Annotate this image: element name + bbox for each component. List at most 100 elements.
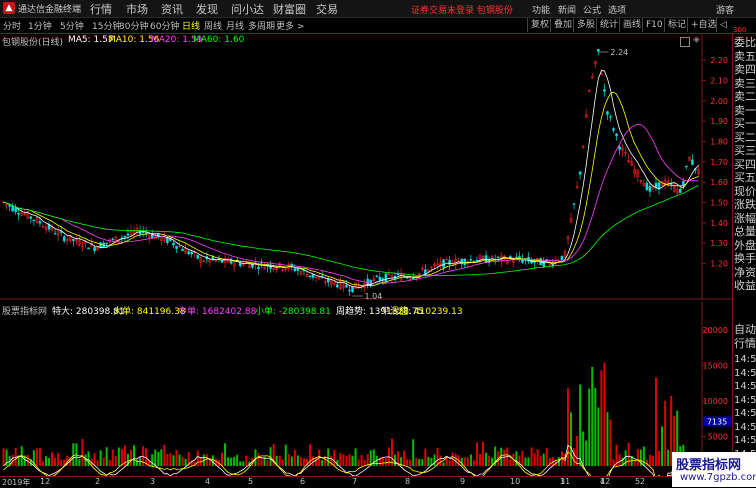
period-weekly[interactable]: 周线 xyxy=(204,19,222,32)
flow-bar xyxy=(105,447,108,466)
candle-body xyxy=(378,277,382,281)
menu-formula[interactable]: 公式 xyxy=(583,3,601,16)
expand-icon[interactable] xyxy=(680,37,690,47)
period-5min[interactable]: 5分钟 xyxy=(60,19,84,32)
menu-quotes[interactable]: 行情 xyxy=(90,1,112,17)
period-daily[interactable]: 日线 xyxy=(182,19,200,32)
stats-button[interactable]: 统计 xyxy=(596,18,621,32)
flow-bar xyxy=(579,384,582,466)
tick-time: 14:56 xyxy=(734,394,756,406)
adjust-button[interactable]: 复权 xyxy=(527,18,552,32)
x-axis-label: 4 xyxy=(205,477,211,486)
flow-bar xyxy=(333,449,336,466)
x-axis-label: 9 xyxy=(460,477,466,486)
menu-function[interactable]: 功能 xyxy=(532,3,550,16)
period-60min[interactable]: 60分钟 xyxy=(150,19,179,32)
flow-bar xyxy=(418,459,421,466)
candle-body xyxy=(11,205,14,212)
tick-panel-title[interactable]: 行情 xyxy=(734,337,756,350)
flow-bar xyxy=(99,450,102,466)
flow-bar xyxy=(348,454,351,466)
tick-panel-title[interactable]: 自动 xyxy=(734,323,756,336)
chart-menu-icon[interactable]: ◈ xyxy=(693,35,700,45)
draw-button[interactable]: 画线 xyxy=(619,18,644,32)
flow-bar xyxy=(475,442,478,466)
candle-body xyxy=(348,289,351,292)
y-tick-label: 1.70 xyxy=(710,158,728,167)
candle-body xyxy=(442,259,445,268)
watermark-url: www.7gpzb.com xyxy=(680,472,756,483)
flow-bar xyxy=(111,449,114,466)
menu-trade[interactable]: 交易 xyxy=(316,1,338,17)
multi-stock-button[interactable]: 多股 xyxy=(573,18,598,32)
candle-body xyxy=(196,254,199,259)
flow-bar xyxy=(645,459,648,466)
candle-body xyxy=(609,116,612,118)
ma60-legend: MA60: 1.60 xyxy=(193,35,245,45)
menu-market[interactable]: 市场 xyxy=(126,1,148,17)
candle-body xyxy=(257,267,260,269)
period-monthly[interactable]: 月线 xyxy=(226,19,244,32)
candle-body xyxy=(384,273,388,282)
candlestick-chart[interactable]: 2.20 2.10 2.00 1.90 1.80 1.70 1.60 1.50 1.40 1.30… xyxy=(0,34,732,300)
quote-field-label: 卖五 xyxy=(734,49,756,63)
overlay-button[interactable]: 叠加 xyxy=(550,18,575,32)
candle-body xyxy=(448,260,451,265)
candle-body xyxy=(238,262,242,266)
flow-bar xyxy=(454,453,457,466)
menu-news[interactable]: 资讯 xyxy=(161,1,183,17)
flow-bar xyxy=(488,455,491,466)
indicator-y-tick: 5000 xyxy=(708,433,728,442)
menu-newsfeed[interactable]: 新闻 xyxy=(558,3,576,16)
candle-body xyxy=(351,286,354,293)
tick-time: 14:56 xyxy=(734,421,756,433)
flow-bar xyxy=(133,445,136,466)
candle-body xyxy=(181,248,184,251)
login-status[interactable]: 证券交易未登录 包钢股份 xyxy=(411,3,513,16)
flow-bar xyxy=(236,454,239,466)
add-watchlist-button[interactable]: +自选 xyxy=(687,18,720,32)
flow-bar xyxy=(545,448,548,466)
candle-body xyxy=(515,256,518,259)
money-flow-chart[interactable]: 20000 15000 10000 5000 7135 xyxy=(0,302,732,476)
flow-bar xyxy=(230,457,233,466)
period-30min[interactable]: 30分钟 xyxy=(119,19,148,32)
menu-discover[interactable]: 发现 xyxy=(196,1,218,17)
quote-field-label: 外盘 xyxy=(734,238,756,252)
flow-bar xyxy=(472,460,475,466)
collapse-button[interactable]: ◁ xyxy=(716,18,730,32)
smooth-line xyxy=(3,450,699,476)
flow-bar xyxy=(606,412,609,466)
period-more[interactable]: 更多 > xyxy=(276,19,304,32)
mark-button[interactable]: 标记 xyxy=(664,18,689,32)
x-axis-label: 6 xyxy=(300,477,306,486)
user-guest[interactable]: 游客 xyxy=(716,3,734,16)
flow-bar xyxy=(166,453,169,466)
flow-bar xyxy=(427,456,430,466)
flow-bar xyxy=(503,449,506,466)
period-15min[interactable]: 15分钟 xyxy=(92,19,121,32)
flow-bar xyxy=(96,460,99,466)
flow-bar xyxy=(172,455,175,466)
flow-bar xyxy=(585,440,588,466)
flow-bar xyxy=(266,460,269,466)
menu-wealth[interactable]: 财富圈 xyxy=(273,1,306,17)
period-multi[interactable]: 多周期 xyxy=(248,19,275,32)
flow-bar xyxy=(321,460,324,466)
flow-bar xyxy=(403,450,406,466)
x-axis xyxy=(0,476,732,488)
flow-bar xyxy=(151,454,154,466)
quote-field-label: 卖三 xyxy=(734,76,756,90)
period-intraday[interactable]: 分时 xyxy=(3,19,21,32)
menu-ask[interactable]: 问小达 xyxy=(231,1,264,17)
menu-options[interactable]: 选项 xyxy=(608,3,626,16)
period-1min[interactable]: 1分钟 xyxy=(28,19,52,32)
f10-button[interactable]: F10 xyxy=(642,18,666,32)
flow-bar xyxy=(521,450,524,466)
flow-bar xyxy=(287,453,290,466)
flow-bar xyxy=(658,450,661,466)
quote-field-label: 买三 xyxy=(734,144,756,157)
candle-body xyxy=(606,111,609,115)
tick-time: 14:56 xyxy=(734,381,756,392)
x-axis-label: 10 xyxy=(510,477,521,486)
